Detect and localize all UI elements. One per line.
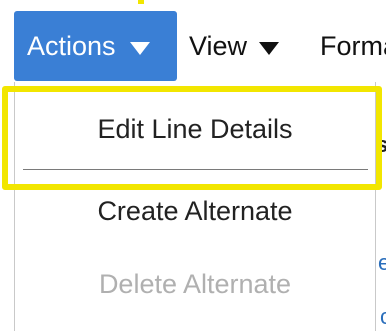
menu-item-edit-line-details[interactable]: Edit Line Details xyxy=(15,112,375,146)
caret-down-icon xyxy=(129,41,150,55)
actions-menu-label: Actions xyxy=(27,30,116,61)
actions-dropdown-menu: Edit Line Details Create Alternate Delet… xyxy=(14,82,376,331)
format-menu-button[interactable]: Format xyxy=(320,11,386,81)
background-link-fragment[interactable]: e xyxy=(378,252,386,274)
view-menu-button[interactable]: View xyxy=(189,11,280,81)
background-text-fragment: s xyxy=(376,132,386,157)
format-menu-label: Format xyxy=(320,30,386,61)
menu-divider xyxy=(23,169,368,170)
view-menu-label: View xyxy=(189,30,248,61)
toolbar: Actions View Format xyxy=(0,0,386,84)
actions-menu-button[interactable]: Actions xyxy=(14,11,177,81)
menu-item-delete-alternate: Delete Alternate xyxy=(98,269,292,299)
caret-down-icon xyxy=(259,41,280,55)
menu-item-create-alternate[interactable]: Create Alternate xyxy=(15,194,375,228)
background-link-fragment[interactable]: c xyxy=(380,306,386,328)
